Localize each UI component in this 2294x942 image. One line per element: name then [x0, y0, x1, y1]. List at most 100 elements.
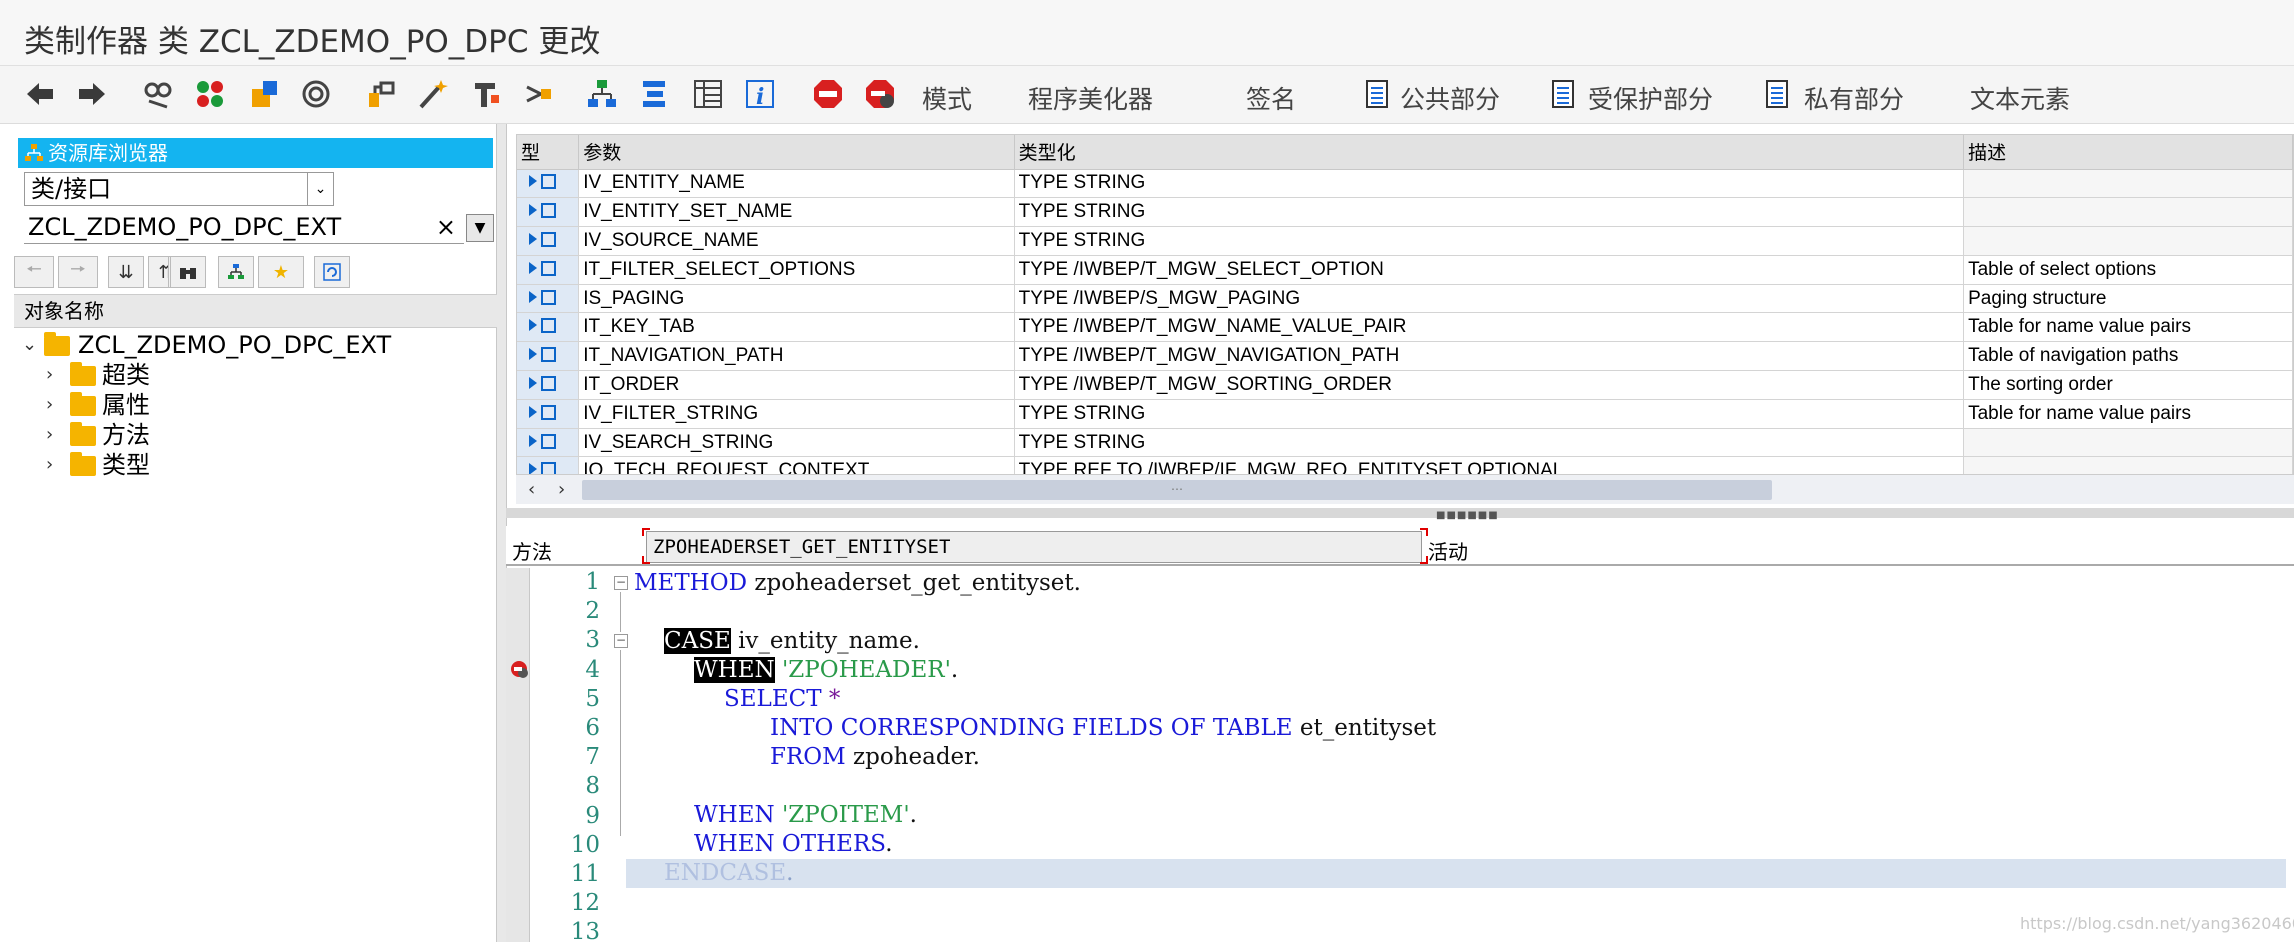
- param-kind-cell[interactable]: [517, 312, 580, 343]
- param-name-cell[interactable]: IT_ORDER: [578, 370, 1015, 400]
- column-header-parameter[interactable]: 参数: [578, 135, 1015, 170]
- tree-node-attributes[interactable]: › 属性: [22, 390, 492, 420]
- insert-statement-icon[interactable]: [468, 76, 504, 112]
- parameter-row[interactable]: IS_PAGING TYPE /IWBEP/S_MGW_PAGING Paging …: [517, 284, 2293, 314]
- branch-icon[interactable]: [520, 76, 556, 112]
- parameter-row[interactable]: IV_ENTITY_SET_NAME TYPE STRING: [517, 197, 2293, 228]
- repository-browser-header[interactable]: 资源库浏览器: [18, 138, 493, 168]
- chevron-down-icon[interactable]: ⌄: [307, 173, 333, 205]
- object-name-dropdown-button[interactable]: ▼: [466, 214, 494, 242]
- chevron-down-icon[interactable]: ⌄: [22, 330, 37, 360]
- display-change-icon[interactable]: [140, 76, 176, 112]
- table-view-icon[interactable]: [690, 76, 726, 112]
- code-line[interactable]: WHEN 'ZPOITEM'.: [694, 801, 917, 830]
- tree-node-superclass[interactable]: › 超类: [22, 360, 492, 390]
- param-name-cell[interactable]: IV_SOURCE_NAME: [578, 226, 1015, 256]
- param-desc-cell[interactable]: [1963, 197, 2293, 228]
- binoculars-icon[interactable]: [170, 256, 206, 288]
- param-desc-cell[interactable]: Paging structure: [1963, 284, 2293, 314]
- param-typing-cell[interactable]: TYPE /IWBEP/T_MGW_NAME_VALUE_PAIR: [1014, 312, 1965, 343]
- param-desc-cell[interactable]: The sorting order: [1963, 370, 2293, 400]
- active-inactive-icon[interactable]: [192, 76, 228, 112]
- collapse-block-icon[interactable]: −: [614, 576, 628, 590]
- param-desc-cell[interactable]: Table of select options: [1963, 255, 2293, 285]
- param-desc-cell[interactable]: Table for name value pairs: [1963, 399, 2293, 429]
- pretty-printer-button[interactable]: 程序美化器: [1028, 80, 1153, 116]
- parameter-row[interactable]: IT_ORDER TYPE /IWBEP/T_MGW_SORTING_ORDER T…: [517, 370, 2293, 400]
- breakpoint-gutter[interactable]: [506, 568, 530, 942]
- param-name-cell[interactable]: IV_SEARCH_STRING: [578, 428, 1015, 458]
- scroll-left-icon[interactable]: ‹: [528, 479, 535, 500]
- code-line[interactable]: WHEN 'ZPOHEADER'.: [694, 656, 958, 685]
- object-name-input[interactable]: ZCL_ZDEMO_PO_DPC_EXT ×: [24, 210, 464, 244]
- splitter-grip[interactable]: ■■■■■■: [1436, 510, 1499, 521]
- favorites-star-icon[interactable]: ★: [258, 256, 304, 288]
- signature-button[interactable]: 签名: [1246, 80, 1296, 116]
- param-desc-cell[interactable]: [1963, 428, 2293, 458]
- param-typing-cell[interactable]: TYPE /IWBEP/T_MGW_SELECT_OPTION: [1014, 255, 1965, 285]
- horizontal-splitter[interactable]: ■■■■■■: [506, 508, 2294, 521]
- code-line[interactable]: WHEN OTHERS.: [694, 830, 893, 859]
- stop-breakpoint-icon[interactable]: [810, 76, 846, 112]
- refresh-icon[interactable]: [314, 256, 350, 288]
- parameter-row[interactable]: IV_FILTER_STRING TYPE STRING Table for nam…: [517, 399, 2293, 429]
- param-typing-cell[interactable]: TYPE STRING: [1014, 197, 1965, 228]
- parameter-row[interactable]: IT_NAVIGATION_PATH TYPE /IWBEP/T_MGW_NAVI…: [517, 341, 2293, 372]
- code-area[interactable]: METHOD zpoheaderset_get_entityset. CASE …: [626, 568, 2294, 942]
- param-name-cell[interactable]: IT_KEY_TAB: [578, 312, 1015, 343]
- param-kind-cell[interactable]: [517, 197, 580, 228]
- param-kind-cell[interactable]: [517, 399, 580, 429]
- hierarchy-icon[interactable]: [584, 76, 620, 112]
- public-section-button[interactable]: 公共部分: [1400, 80, 1500, 116]
- param-name-cell[interactable]: IV_FILTER_STRING: [578, 399, 1015, 429]
- param-kind-cell[interactable]: [517, 428, 580, 458]
- document-icon[interactable]: [1546, 76, 1582, 112]
- param-kind-cell[interactable]: [517, 169, 580, 199]
- nav-back-icon[interactable]: 🠔: [14, 256, 54, 288]
- chevron-right-icon[interactable]: ›: [46, 360, 53, 390]
- code-line[interactable]: METHOD zpoheaderset_get_entityset.: [634, 569, 1081, 598]
- param-typing-cell[interactable]: TYPE STRING: [1014, 226, 1965, 256]
- info-icon[interactable]: i: [742, 76, 778, 112]
- parameter-row[interactable]: IV_ENTITY_NAME TYPE STRING: [517, 169, 2293, 199]
- code-line[interactable]: INTO CORRESPONDING FIELDS OF TABLE et_en…: [770, 714, 1436, 743]
- param-kind-cell[interactable]: [517, 341, 580, 372]
- param-typing-cell[interactable]: TYPE /IWBEP/T_MGW_NAVIGATION_PATH: [1014, 341, 1965, 372]
- column-header-type[interactable]: 型: [517, 135, 580, 170]
- activate-icon[interactable]: [298, 76, 334, 112]
- param-typing-cell[interactable]: TYPE /IWBEP/S_MGW_PAGING: [1014, 284, 1965, 314]
- check-object-icon[interactable]: [246, 76, 282, 112]
- param-kind-cell[interactable]: [517, 255, 580, 285]
- param-typing-cell[interactable]: TYPE STRING: [1014, 399, 1965, 429]
- code-line[interactable]: CASE iv_entity_name.: [664, 627, 920, 656]
- parameter-row[interactable]: IV_SOURCE_NAME TYPE STRING: [517, 226, 2293, 256]
- param-kind-cell[interactable]: [517, 226, 580, 256]
- external-breakpoint-icon[interactable]: [862, 76, 898, 112]
- code-line[interactable]: SELECT *: [724, 685, 840, 714]
- param-name-cell[interactable]: IS_PAGING: [578, 284, 1015, 314]
- layout-icon[interactable]: [636, 76, 672, 112]
- document-icon[interactable]: [1360, 76, 1396, 112]
- tree-node-methods[interactable]: › 方法: [22, 420, 492, 450]
- parameter-row[interactable]: IT_FILTER_SELECT_OPTIONS TYPE /IWBEP/T_MG…: [517, 255, 2293, 285]
- scroll-right-icon[interactable]: ›: [558, 479, 565, 500]
- parameter-row[interactable]: IT_KEY_TAB TYPE /IWBEP/T_MGW_NAME_VALUE_P…: [517, 312, 2293, 343]
- where-used-icon[interactable]: [364, 76, 400, 112]
- code-line[interactable]: FROM zpoheader.: [770, 743, 980, 772]
- document-icon[interactable]: [1760, 76, 1796, 112]
- clear-icon[interactable]: ×: [436, 210, 456, 244]
- forward-arrow-icon[interactable]: [74, 76, 110, 112]
- session-breakpoint-icon[interactable]: [508, 658, 530, 680]
- method-name-field[interactable]: ZPOHEADERSET_GET_ENTITYSET: [646, 531, 1422, 563]
- param-typing-cell[interactable]: TYPE /IWBEP/T_MGW_SORTING_ORDER: [1014, 370, 1965, 400]
- param-desc-cell[interactable]: Table of navigation paths: [1963, 341, 2293, 372]
- tree-structure-icon[interactable]: [218, 256, 254, 288]
- param-name-cell[interactable]: IT_FILTER_SELECT_OPTIONS: [578, 255, 1015, 285]
- expand-all-icon[interactable]: ⇊: [108, 256, 144, 288]
- param-typing-cell[interactable]: TYPE STRING: [1014, 428, 1965, 458]
- column-header-description[interactable]: 描述: [1963, 135, 2293, 170]
- param-kind-cell[interactable]: [517, 370, 580, 400]
- param-kind-cell[interactable]: [517, 284, 580, 314]
- object-type-select[interactable]: 类/接口 ⌄: [24, 172, 334, 206]
- text-elements-button[interactable]: 文本元素: [1970, 80, 2070, 116]
